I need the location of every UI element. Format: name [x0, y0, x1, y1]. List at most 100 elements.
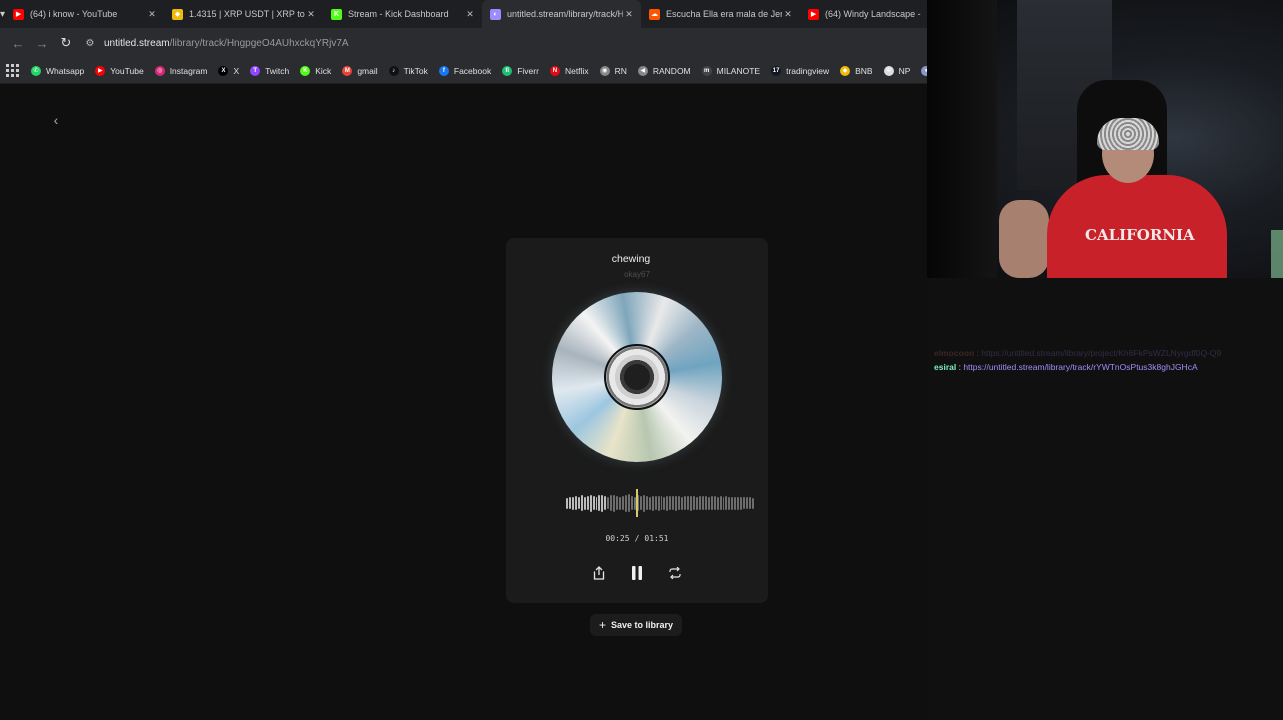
waveform-bar — [722, 496, 725, 510]
browser-tab[interactable]: ☁ Escucha Ella era mala de Jenna✕ — [641, 0, 800, 28]
waveform-bar — [713, 496, 716, 510]
browser-tab[interactable]: ▶ (64) i know - YouTube ✕ — [5, 0, 164, 28]
forward-arrow-icon[interactable]: → — [30, 31, 54, 55]
waveform-bar — [604, 496, 607, 510]
waveform-bar — [598, 495, 601, 511]
url-domain: untitled.stream — [104, 37, 170, 49]
chat-message: esiral : https://untitled.stream/library… — [934, 360, 1279, 374]
waveform-scrubber[interactable] — [566, 491, 754, 515]
repeat-icon[interactable] — [668, 564, 682, 582]
waveform-bar — [566, 497, 568, 509]
webcam-light — [1271, 230, 1283, 278]
plus-icon: + — [598, 618, 606, 632]
waveform-bar — [589, 494, 592, 512]
tab-list: ▶ (64) i know - YouTube ✕ ◆ 1.4315 | XRP USD… — [5, 0, 927, 28]
chat-link[interactable]: https://untitled.stream/library/project/… — [981, 348, 1221, 358]
save-to-library-label: Save to library — [610, 620, 674, 630]
bookmark-item[interactable]: m MILANOTE — [701, 65, 760, 76]
time-separator: / — [634, 534, 640, 543]
bookmark-item[interactable]: Mgmail — [342, 65, 378, 76]
tab-title: Escucha Ella era mala de Jenna — [666, 9, 782, 19]
reload-icon[interactable]: ↻ — [54, 31, 78, 55]
playhead[interactable] — [636, 489, 638, 517]
waveform-bar — [630, 496, 633, 510]
waveform-bar — [669, 496, 672, 510]
site-settings-icon[interactable]: ⚙ — [82, 38, 98, 49]
bookmark-item[interactable]: T Twitch — [250, 65, 289, 76]
back-arrow-icon[interactable]: ← — [6, 31, 30, 55]
webcam-curtain — [927, 0, 997, 278]
bookmark-item[interactable]: N Netflix — [549, 65, 589, 76]
waveform-bar — [678, 496, 681, 510]
bookmark-item[interactable]: fi Fiverr — [502, 65, 539, 76]
waveform-bar — [684, 496, 687, 510]
waveform-bar — [645, 496, 648, 510]
tab-close-icon[interactable]: ✕ — [305, 9, 317, 20]
bookmark-item[interactable]: ▶ YouTube — [95, 65, 144, 76]
bookmark-item[interactable]: ◆ BNB — [840, 65, 873, 76]
track-page: ‹ chewing okay67 00:25/01:51 + Save to l… — [0, 84, 927, 720]
bookmark-item[interactable]: 17 tradingview — [771, 65, 830, 76]
youtube-icon: ▶ — [808, 8, 820, 20]
fiverr-icon: fi — [502, 65, 513, 76]
browser-tab[interactable]: ◐ untitled.stream/library/track/H ✕ — [482, 0, 642, 28]
tiktok-icon: ♪ — [388, 65, 399, 76]
bookmark-item[interactable]: ◀ RANDOM — [637, 65, 691, 76]
cd-hub-ring — [604, 344, 670, 410]
webcam-overlay: CALIFORNIA — [927, 0, 1283, 278]
waveform-bar — [610, 495, 613, 511]
waveform-bar — [592, 496, 595, 510]
waveform-bar — [690, 495, 692, 511]
pause-icon[interactable] — [630, 564, 644, 582]
bookmark-item[interactable]: f Facebook — [438, 65, 491, 76]
bookmark-item[interactable]: XX — [218, 65, 239, 76]
address-bar[interactable]: ⚙ untitled.stream/library/track/HngpgeO4… — [82, 31, 921, 55]
waveform-bar — [728, 496, 731, 510]
waveform-bar — [752, 497, 754, 509]
tab-close-icon[interactable]: ✕ — [782, 9, 794, 20]
track-title: chewing — [611, 253, 651, 265]
bookmark-item[interactable]: ✲ NP — [883, 65, 910, 76]
track-artist[interactable]: okay67 — [506, 270, 768, 279]
bookmark-item[interactable]: ◎ Instagram — [154, 65, 208, 76]
waveform-bar — [660, 496, 663, 510]
tab-title: (64) i know - YouTube — [30, 9, 118, 19]
binance-icon: ◆ — [172, 8, 184, 20]
current-time: 00:25 — [605, 534, 630, 543]
chat-link[interactable]: https://untitled.stream/library/track/rY… — [963, 362, 1197, 372]
browser-tab[interactable]: ◆ 1.4315 | XRP USDT | XRP to USD✕ — [164, 0, 323, 28]
bookmark-item[interactable]: ♪ TikTok — [388, 65, 428, 76]
waveform-bar — [613, 494, 616, 512]
bookmark-label: tradingview — [786, 65, 830, 76]
waveform-bar — [749, 497, 752, 509]
tab-close-icon[interactable]: ✕ — [464, 9, 476, 20]
waveform-bar — [725, 496, 728, 510]
tab-close-icon[interactable]: ✕ — [146, 9, 158, 20]
player-controls — [506, 564, 768, 582]
x-icon: X — [218, 65, 229, 76]
share-icon[interactable] — [592, 564, 606, 582]
tab-close-icon[interactable]: ✕ — [623, 9, 635, 20]
netflix-icon: N — [549, 65, 560, 76]
browser-tab[interactable]: K Stream - Kick Dashboard ✕ — [323, 0, 482, 28]
bookmark-item[interactable]: ◉ RN — [599, 65, 627, 76]
apps-grid-icon[interactable] — [6, 63, 19, 78]
bookmark-item[interactable]: ✆ Whatsapp — [31, 65, 84, 76]
milanote-icon: m — [701, 65, 712, 76]
bookmark-label: TikTok — [403, 65, 428, 76]
save-to-library-button[interactable]: + Save to library — [590, 614, 682, 636]
bookmark-item[interactable]: K Kick — [300, 65, 331, 76]
waveform-bar — [743, 497, 746, 509]
kick-icon: K — [331, 8, 343, 20]
stream-chat-overlay: elmocoon : https://untitled.stream/libra… — [934, 346, 1279, 374]
webcam-bandana — [1097, 118, 1159, 150]
tab-title: (64) Windy Landscape - — [825, 9, 921, 19]
bnb-icon: ◆ — [840, 65, 851, 76]
browser-tab[interactable]: ▶ (64) Windy Landscape - — [800, 0, 927, 28]
back-chevron-icon[interactable]: ‹ — [46, 110, 66, 130]
bookmark-label: Instagram — [169, 65, 208, 76]
waveform-bar — [710, 496, 713, 510]
webcam-arm — [999, 200, 1049, 278]
waveform-bar — [574, 496, 577, 510]
rn-icon: ◉ — [599, 65, 610, 76]
